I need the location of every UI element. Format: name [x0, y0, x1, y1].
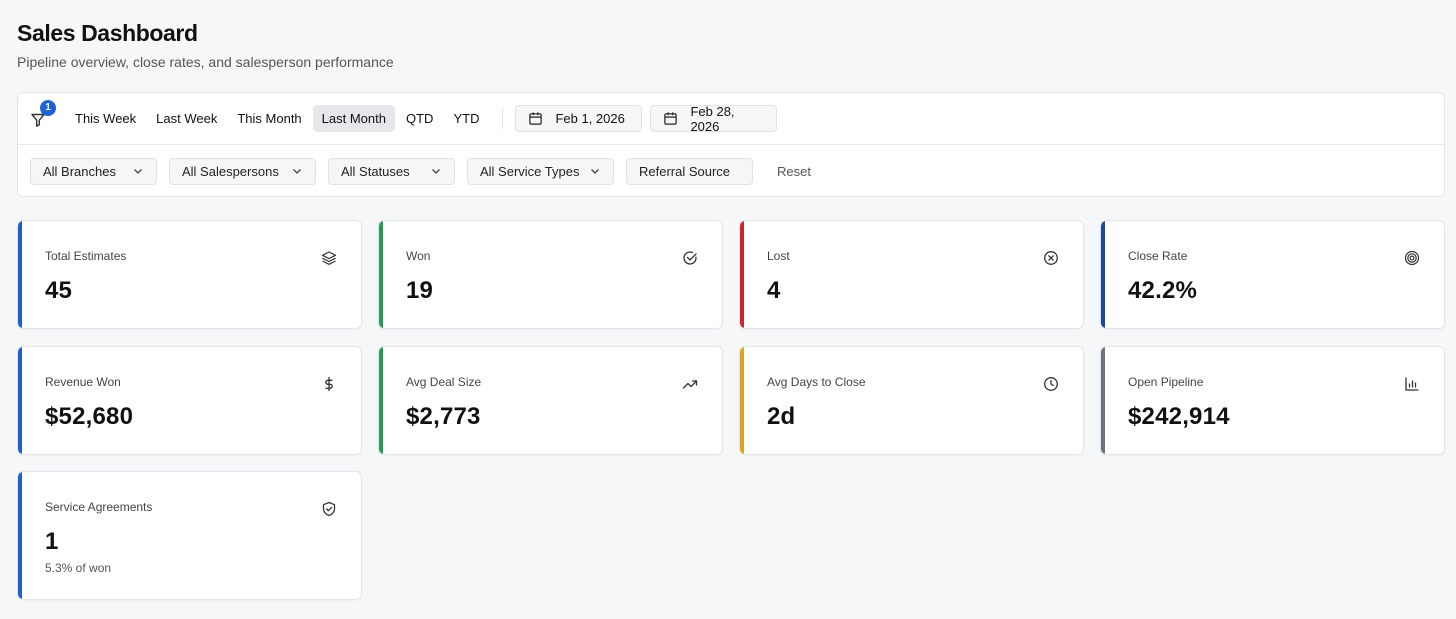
metric-value: 42.2%	[1128, 277, 1198, 304]
date-filter-row: 1 This Week Last Week This Month Last Mo…	[18, 93, 1444, 145]
preset-ytd[interactable]: YTD	[444, 105, 488, 132]
clock-icon	[1043, 376, 1059, 392]
preset-last-month[interactable]: Last Month	[312, 105, 395, 132]
metric-card-total-estimates: Total Estimates 45	[17, 220, 362, 329]
metric-card-service-agreements: Service Agreements 1 5.3% of won	[17, 471, 362, 600]
metric-value: 4	[767, 277, 781, 304]
metric-value: 1	[45, 528, 59, 555]
calendar-icon	[528, 111, 543, 126]
service-types-select-value: All Service Types	[480, 163, 580, 179]
chevron-down-icon	[430, 165, 442, 177]
target-icon	[1404, 250, 1420, 266]
metric-note: 5.3% of won	[45, 561, 112, 575]
referral-source-select-value: Referral Source	[639, 163, 731, 179]
metric-value: 19	[406, 277, 434, 304]
x-circle-icon	[1043, 250, 1059, 266]
service-types-select[interactable]: All Service Types	[467, 157, 614, 185]
page-header: Sales Dashboard Pipeline overview, close…	[17, 20, 394, 70]
layers-icon	[321, 250, 337, 266]
start-date-value: Feb 1, 2026	[555, 111, 625, 126]
filter-panel: 1 This Week Last Week This Month Last Mo…	[17, 92, 1445, 197]
chevron-down-icon	[291, 165, 303, 177]
metric-card-lost: Lost 4	[739, 220, 1084, 329]
card-accent-bar	[18, 221, 22, 328]
metric-label: Avg Days to Close	[767, 375, 866, 389]
reset-button[interactable]: Reset	[777, 164, 811, 179]
statuses-select-value: All Statuses	[341, 163, 410, 179]
metric-card-won: Won 19	[378, 220, 723, 329]
filter-toggle[interactable]: 1	[30, 99, 56, 129]
referral-source-select[interactable]: Referral Source	[626, 157, 753, 185]
metric-value: $52,680	[45, 403, 134, 430]
card-accent-bar	[1101, 347, 1105, 454]
preset-last-week[interactable]: Last Week	[147, 105, 226, 132]
metric-label: Revenue Won	[45, 375, 121, 389]
check-circle-icon	[682, 250, 698, 266]
card-accent-bar	[18, 472, 22, 599]
preset-qtd[interactable]: QTD	[397, 105, 442, 132]
metric-value: $242,914	[1128, 403, 1230, 430]
dimension-filter-row: All Branches All Salespersons All Status…	[18, 145, 1444, 197]
trending-up-icon	[682, 376, 698, 392]
active-filter-count-badge: 1	[40, 99, 56, 116]
branches-select-value: All Branches	[43, 163, 116, 179]
metric-card-open-pipeline: Open Pipeline $242,914	[1100, 346, 1445, 455]
shield-check-icon	[321, 501, 337, 517]
card-accent-bar	[379, 221, 383, 328]
page-title: Sales Dashboard	[17, 20, 198, 46]
metric-label: Avg Deal Size	[406, 375, 482, 389]
salespersons-select[interactable]: All Salespersons	[169, 157, 316, 185]
end-date-picker[interactable]: Feb 28, 2026	[650, 103, 778, 134]
metric-label: Service Agreements	[45, 500, 153, 514]
metric-value: 2d	[767, 403, 796, 430]
metric-card-avg-days-to-close: Avg Days to Close 2d	[739, 346, 1084, 455]
page-subtitle: Pipeline overview, close rates, and sale…	[17, 54, 394, 70]
end-date-value: Feb 28, 2026	[690, 103, 735, 134]
card-accent-bar	[18, 347, 22, 454]
card-accent-bar	[740, 347, 744, 454]
metric-card-avg-deal-size: Avg Deal Size $2,773	[378, 346, 723, 455]
card-accent-bar	[379, 347, 383, 454]
metric-value: 45	[45, 277, 73, 304]
statuses-select[interactable]: All Statuses	[328, 157, 455, 185]
card-accent-bar	[740, 221, 744, 328]
metric-value: $2,773	[406, 403, 481, 430]
metric-label: Lost	[767, 249, 790, 263]
dollar-icon	[321, 376, 337, 392]
salespersons-select-value: All Salespersons	[182, 163, 279, 179]
metric-label: Close Rate	[1128, 249, 1188, 263]
divider	[502, 108, 504, 129]
metric-card-revenue-won: Revenue Won $52,680	[17, 346, 362, 455]
metric-label: Open Pipeline	[1128, 375, 1204, 389]
preset-this-month[interactable]: This Month	[228, 105, 310, 132]
card-accent-bar	[1101, 221, 1105, 328]
chevron-down-icon	[132, 165, 144, 177]
preset-this-week[interactable]: This Week	[66, 105, 145, 132]
metric-card-close-rate: Close Rate 42.2%	[1100, 220, 1445, 329]
start-date-picker[interactable]: Feb 1, 2026	[515, 105, 643, 132]
branches-select[interactable]: All Branches	[30, 157, 157, 185]
metric-label: Won	[406, 249, 431, 263]
chevron-down-icon	[589, 165, 601, 177]
calendar-icon	[663, 111, 678, 126]
metric-label: Total Estimates	[45, 249, 127, 263]
bar-chart-icon	[1404, 376, 1420, 392]
